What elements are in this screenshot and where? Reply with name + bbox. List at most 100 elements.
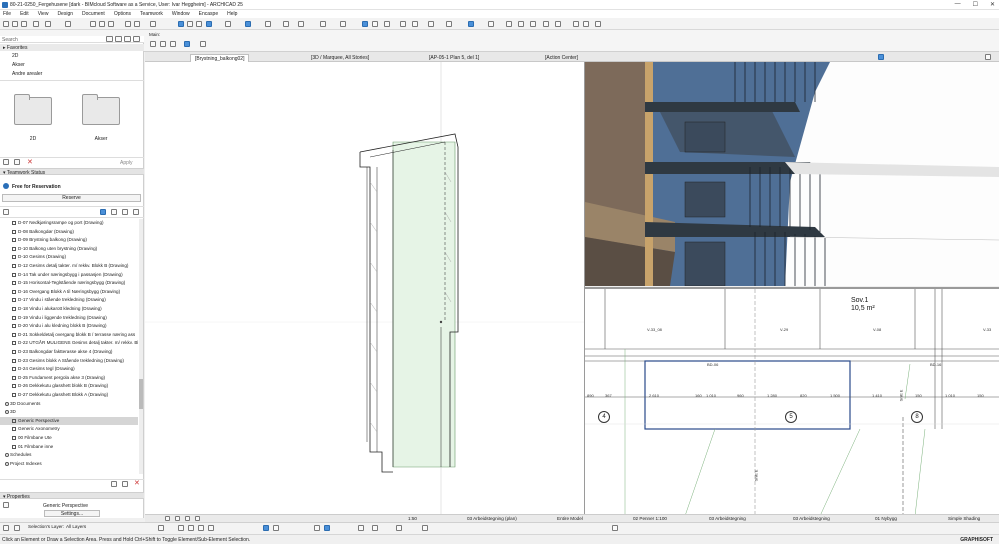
tree-item[interactable]: D-07 Nedkjøringsrampe og port (Drawing) (0, 219, 138, 228)
group-icon[interactable] (488, 21, 494, 27)
scale-value[interactable]: 1:50 (408, 516, 417, 521)
arrow-tool-icon[interactable] (150, 41, 156, 47)
roof-icon[interactable] (208, 525, 214, 531)
model-display[interactable]: Entire Model (557, 516, 583, 521)
selection-mode-icon[interactable] (170, 41, 176, 47)
tab-3d[interactable]: [3D / Marquee, All Stories] (307, 54, 373, 62)
new-folder-icon[interactable] (111, 209, 117, 215)
menu-window[interactable]: Window (172, 11, 190, 17)
favorite-item[interactable]: 2D (12, 53, 18, 59)
pen-icon[interactable] (612, 525, 618, 531)
favorite-folder-icon[interactable] (14, 159, 20, 165)
image-icon[interactable] (543, 21, 549, 27)
properties-header[interactable]: ▾ Properties (0, 492, 144, 500)
tree-item[interactable]: D-16 Overgang Blokk A til Næringsbygg (D… (0, 288, 138, 297)
3d-window-icon[interactable] (150, 21, 156, 27)
cut-icon[interactable] (90, 21, 96, 27)
undo-icon[interactable] (125, 21, 131, 27)
tree-item[interactable]: Schedules (0, 451, 138, 460)
renovation-filter[interactable]: 01 Nybygg (875, 516, 897, 521)
drag-icon[interactable] (446, 21, 452, 27)
pen-set[interactable]: 02 Penner 1:100 (633, 516, 667, 521)
menu-file[interactable]: File (3, 11, 11, 17)
project-map-icon[interactable] (106, 36, 113, 42)
snap-guide-icon[interactable] (273, 525, 279, 531)
delete-icon[interactable]: ✕ (27, 158, 33, 166)
eyedropper-icon[interactable] (573, 21, 579, 27)
tree-item[interactable]: Project Indexes (0, 460, 138, 469)
3d-view-canvas[interactable] (585, 62, 999, 286)
quick-selection-icon[interactable] (184, 41, 190, 47)
measure-icon[interactable] (358, 525, 364, 531)
new-view-icon[interactable] (122, 209, 128, 215)
trace-icon[interactable] (187, 21, 193, 27)
close-button[interactable]: ✕ (990, 1, 995, 8)
menu-help[interactable]: Help (227, 11, 237, 17)
grid-icon[interactable] (265, 21, 271, 27)
menu-options[interactable]: Options (114, 11, 131, 17)
tree-item[interactable]: D-22 UTGÅR MULIGENS Gesims detalj takter… (0, 339, 138, 348)
tree-item[interactable]: Generic Axonometry (0, 425, 138, 434)
maximize-button[interactable]: ☐ (973, 1, 978, 8)
pencil-icon[interactable] (206, 21, 212, 27)
distribute-icon[interactable] (340, 21, 346, 27)
reserve-button[interactable]: Reserve (2, 194, 141, 202)
tree-item[interactable]: D-23 Balkongdør faktterasse akse 4 (Draw… (0, 348, 138, 357)
tree-item[interactable]: D-09 Brystning balkong (Drawing) (0, 236, 138, 245)
redo-icon[interactable] (134, 21, 140, 27)
explode-icon[interactable] (506, 21, 512, 27)
favorite-add-icon[interactable] (3, 159, 9, 165)
slab-icon[interactable] (198, 525, 204, 531)
magic-wand-icon[interactable] (225, 21, 231, 27)
line-icon[interactable] (196, 21, 202, 27)
lock-icon[interactable] (518, 21, 524, 27)
issues-icon[interactable] (396, 525, 402, 531)
column-icon[interactable] (188, 525, 194, 531)
mirror-icon[interactable] (400, 21, 406, 27)
tree-scrollbar[interactable] (139, 219, 143, 474)
tree-item[interactable]: D-18 Vindu i alukarott kledning (Drawing… (0, 305, 138, 314)
tree-item[interactable]: D-10 Gesims (Drawing) (0, 253, 138, 262)
hotspot-icon[interactable] (384, 21, 390, 27)
minimize-button[interactable]: — (955, 1, 961, 8)
suspend-groups-icon[interactable] (283, 21, 289, 27)
rotate-icon[interactable] (412, 21, 418, 27)
tree-item[interactable]: D-25 Fundament pergola akse 3 (Drawing) (0, 374, 138, 383)
print-icon[interactable] (33, 21, 39, 27)
tree-item[interactable]: D-24 Gesims tegl (Drawing) (0, 365, 138, 374)
publish-icon[interactable] (45, 21, 51, 27)
tree-item[interactable]: D-21 Sokkeldetalj overgang blokk B / ter… (0, 331, 138, 340)
trace-reference-icon[interactable] (314, 525, 320, 531)
tree-item[interactable]: D-12 Gesims detalj takter. m/ rekkv. Blo… (0, 262, 138, 271)
align-icon[interactable] (320, 21, 326, 27)
open-icon[interactable] (12, 21, 18, 27)
layout-book-icon[interactable] (124, 36, 131, 42)
settings-button[interactable]: Settings... (44, 510, 100, 517)
new-icon[interactable] (3, 21, 9, 27)
tab-action-center[interactable]: [Action Center] (541, 54, 582, 62)
window-icon[interactable] (555, 21, 561, 27)
selection-layer-value[interactable]: All Layers (66, 524, 86, 529)
detail-view-canvas[interactable] (145, 62, 585, 514)
tree-item[interactable]: D-17 Vindu i stående trekledning (Drawin… (0, 296, 138, 305)
wall-icon[interactable] (178, 525, 184, 531)
open-view-icon[interactable] (122, 481, 128, 487)
dimension-style[interactable]: 03 Arbeidstegning (793, 516, 830, 521)
tree-item[interactable]: 3D Documents (0, 400, 138, 409)
teamwork-icon[interactable] (372, 525, 378, 531)
parameters-icon[interactable] (595, 21, 601, 27)
compare-icon[interactable] (324, 525, 330, 531)
favorite-item[interactable]: Andre arealer (12, 71, 42, 77)
brush-icon[interactable] (583, 21, 589, 27)
publisher-icon[interactable] (133, 36, 140, 42)
tree-item[interactable]: D-10 Balkong uten brystning (Drawing) (0, 245, 138, 254)
tree-item[interactable]: D-14 Tak under næringsbygg i passasjen (… (0, 271, 138, 280)
menu-edit[interactable]: Edit (20, 11, 29, 17)
view-settings-icon[interactable] (133, 209, 139, 215)
paste-icon[interactable] (108, 21, 114, 27)
fit-window-icon[interactable] (195, 516, 200, 521)
pointer-icon[interactable] (178, 21, 184, 27)
layers-icon[interactable] (362, 21, 368, 27)
guide-icon[interactable] (263, 525, 269, 531)
menu-view[interactable]: View (38, 11, 49, 17)
